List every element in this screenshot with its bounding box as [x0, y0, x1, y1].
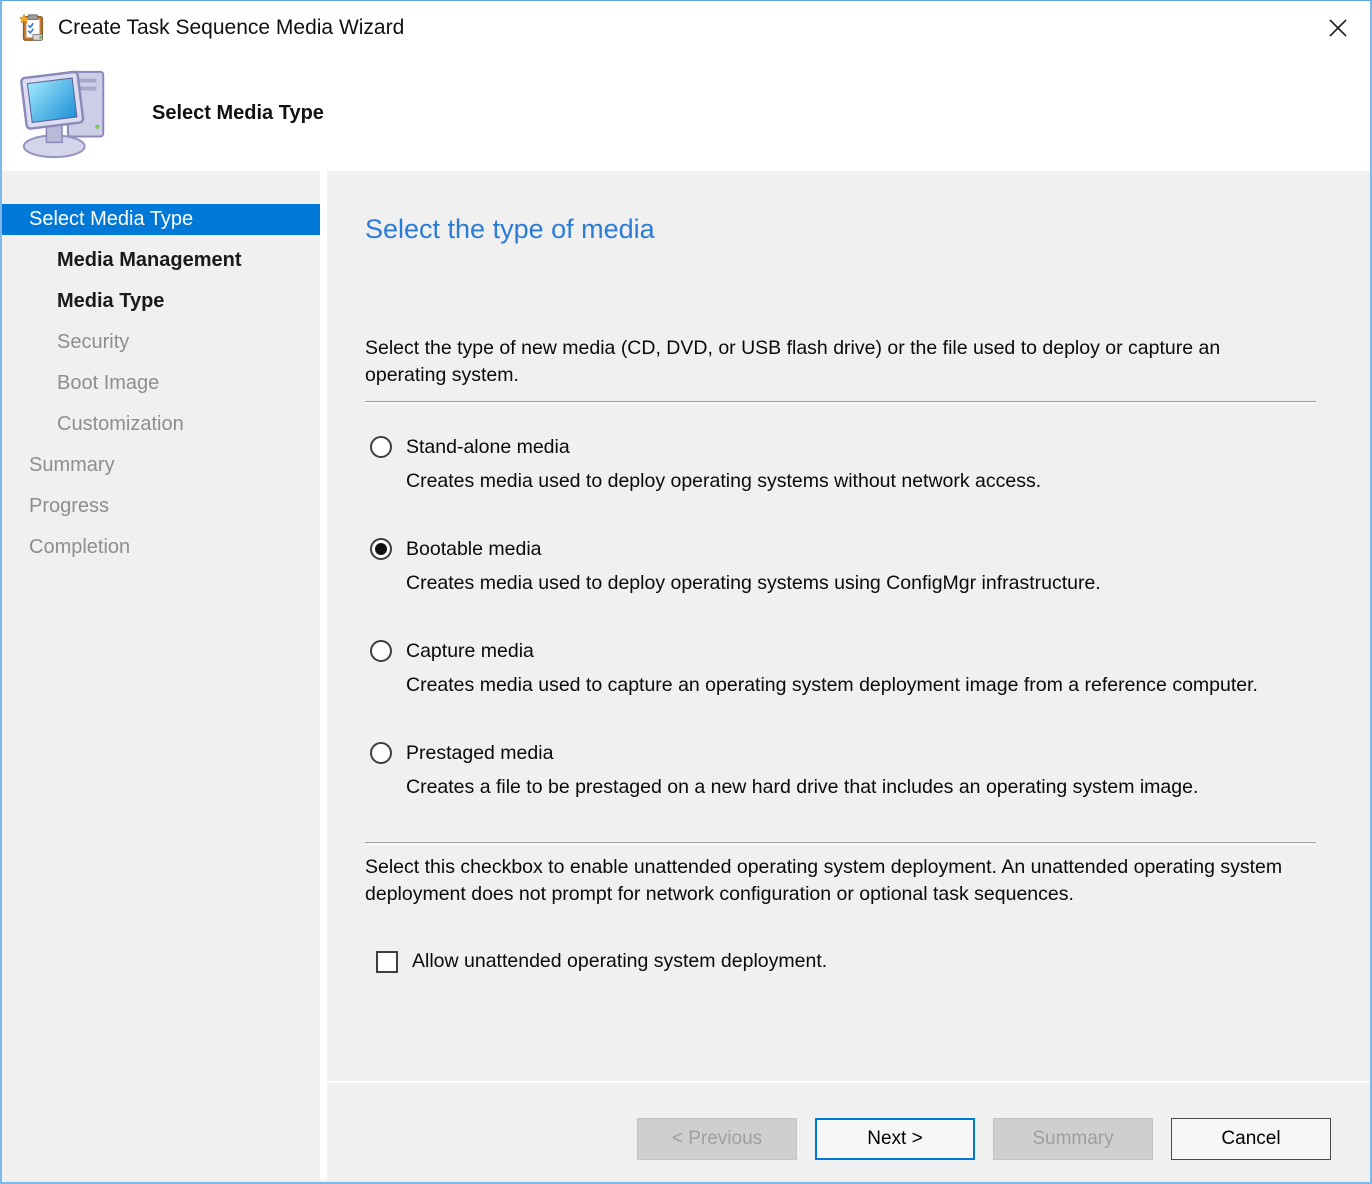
sidebar-item-progress[interactable]: Progress [2, 491, 320, 522]
sidebar-item-label: Media Management [57, 249, 241, 271]
main-panel: Select the type of media Select the type… [327, 171, 1370, 1180]
sidebar-item-label: Summary [29, 454, 115, 476]
sidebar-item-media-management[interactable]: Media Management [2, 245, 320, 276]
divider [365, 842, 1316, 844]
sidebar-item-completion[interactable]: Completion [2, 532, 320, 563]
wizard-buttons: < Previous Next > Summary Cancel [637, 1118, 1331, 1160]
next-button[interactable]: Next > [815, 1118, 975, 1160]
stand-alone-media-label[interactable]: Stand-alone media [406, 436, 570, 459]
unattended-checkbox[interactable] [376, 951, 398, 973]
sidebar-item-select-media-type[interactable]: Select Media Type [2, 204, 320, 235]
sidebar-main-divider [320, 171, 327, 1180]
sidebar-item-summary[interactable]: Summary [2, 450, 320, 481]
sidebar-item-security[interactable]: Security [2, 327, 320, 358]
wizard-step-list: Select Media Type Media Management Media… [2, 204, 320, 563]
sidebar-item-media-type[interactable]: Media Type [2, 286, 320, 317]
intro-text: Select the type of new media (CD, DVD, o… [365, 335, 1305, 389]
task-sequence-media-wizard-icon [17, 13, 47, 43]
bootable-media-description: Creates media used to deploy operating s… [406, 570, 1316, 596]
sidebar-item-label: Select Media Type [29, 208, 193, 230]
computer-workstation-icon [17, 64, 115, 162]
option-prestaged-media: Prestaged media Creates a file to be pre… [365, 740, 1316, 800]
prestaged-media-description: Creates a file to be prestaged on a new … [406, 774, 1316, 800]
close-icon [1326, 16, 1350, 40]
unattended-note: Select this checkbox to enable unattende… [365, 854, 1310, 908]
option-bootable-media: Bootable media Creates media used to dep… [365, 536, 1316, 596]
stand-alone-media-radio[interactable] [370, 436, 392, 458]
capture-media-description: Creates media used to capture an operati… [406, 672, 1316, 698]
summary-button: Summary [993, 1118, 1153, 1160]
unattended-checkbox-row: Allow unattended operating system deploy… [365, 950, 1316, 973]
option-stand-alone-media: Stand-alone media Creates media used to … [365, 434, 1316, 494]
capture-media-radio[interactable] [370, 640, 392, 662]
capture-media-label[interactable]: Capture media [406, 640, 534, 663]
wizard-page-title: Select Media Type [152, 102, 324, 125]
divider [365, 401, 1316, 403]
prestaged-media-radio[interactable] [370, 742, 392, 764]
cancel-button[interactable]: Cancel [1171, 1118, 1331, 1160]
footer-divider [327, 1081, 1370, 1083]
sidebar-item-label: Security [57, 331, 129, 353]
title-bar: Create Task Sequence Media Wizard [2, 1, 1370, 55]
previous-button: < Previous [637, 1118, 797, 1160]
media-type-options: Stand-alone media Creates media used to … [365, 434, 1316, 800]
sidebar-item-label: Media Type [57, 290, 164, 312]
prestaged-media-label[interactable]: Prestaged media [406, 742, 553, 765]
unattended-checkbox-label[interactable]: Allow unattended operating system deploy… [412, 950, 827, 973]
close-button[interactable] [1306, 1, 1370, 55]
wizard-window: Create Task Sequence Media Wizard [0, 0, 1372, 1184]
stand-alone-media-description: Creates media used to deploy operating s… [406, 468, 1316, 494]
option-capture-media: Capture media Creates media used to capt… [365, 638, 1316, 698]
bootable-media-label[interactable]: Bootable media [406, 538, 542, 561]
sidebar-item-boot-image[interactable]: Boot Image [2, 368, 320, 399]
sidebar-item-customization[interactable]: Customization [2, 409, 320, 440]
sidebar-item-label: Customization [57, 413, 184, 435]
sidebar-item-label: Boot Image [57, 372, 159, 394]
sidebar-item-label: Progress [29, 495, 109, 517]
sidebar-item-label: Completion [29, 536, 130, 558]
wizard-steps-sidebar: Select Media Type Media Management Media… [2, 171, 320, 1180]
bootable-media-radio[interactable] [370, 538, 392, 560]
window-title: Create Task Sequence Media Wizard [58, 16, 404, 40]
wizard-header: Select Media Type [2, 55, 1370, 171]
page-title: Select the type of media [365, 211, 1316, 247]
